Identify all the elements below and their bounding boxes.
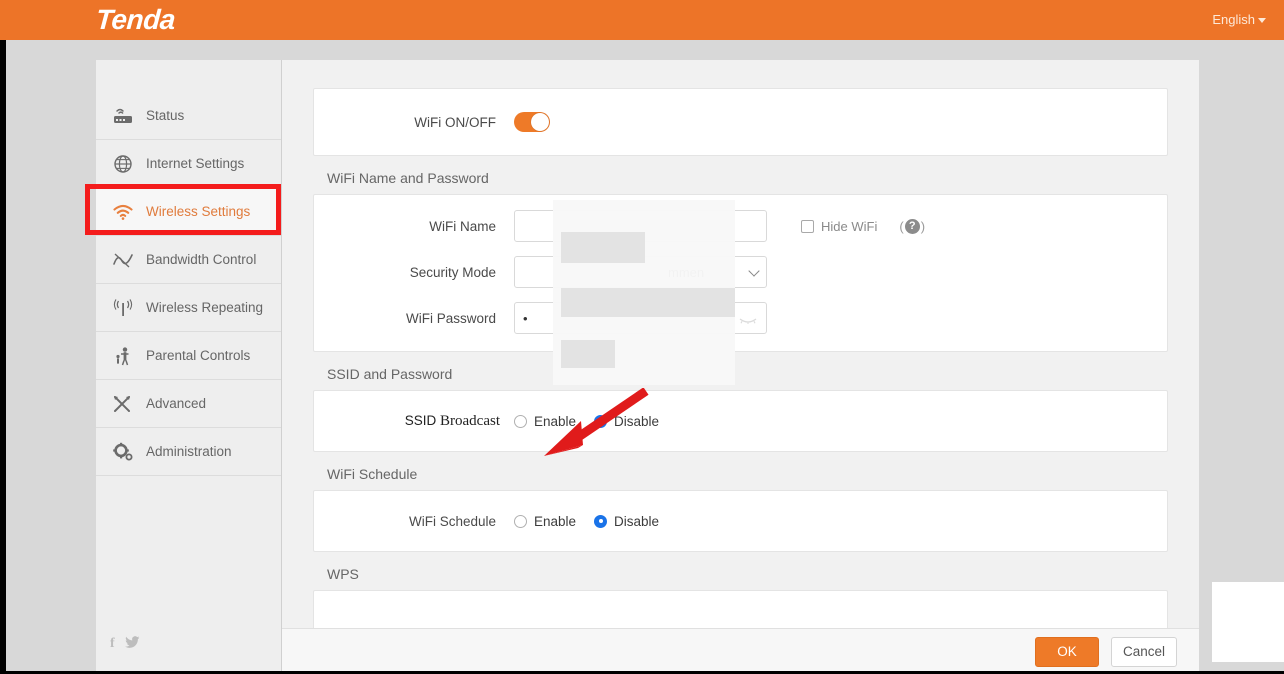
sidebar-item-advanced[interactable]: Advanced (96, 380, 281, 428)
antenna-icon (110, 296, 136, 320)
tools-icon (110, 392, 136, 416)
wifi-schedule-radio-group: Enable Disable (514, 514, 659, 529)
ssid-broadcast-enable-option[interactable]: Enable (514, 414, 576, 429)
sidebar-nav: Status Internet Settings Wireless Settin… (96, 60, 282, 674)
ssid-broadcast-label: SSID Broadcast (314, 413, 514, 430)
left-gutter (0, 40, 6, 674)
sidebar-item-internet-settings[interactable]: Internet Settings (96, 140, 281, 188)
wifi-schedule-enable-option[interactable]: Enable (514, 514, 576, 529)
twitter-icon[interactable] (124, 636, 140, 652)
sidebar-item-label: Status (146, 108, 185, 123)
wifi-schedule-row-label: WiFi Schedule (408, 513, 496, 529)
wifi-name-row: WiFi Name Hide WiFi (?) (314, 203, 1167, 249)
wifi-name-input[interactable] (514, 210, 767, 242)
wifi-onoff-label: WiFi ON/OFF (414, 114, 496, 130)
wifi-password-row: WiFi Password (314, 295, 1167, 341)
wifi-schedule-disable-radio[interactable] (594, 514, 608, 528)
ssid-broadcast-label-suffix: Broadcast (440, 412, 500, 429)
hide-wifi-label: Hide WiFi (821, 218, 878, 234)
security-mode-value: mmen (668, 264, 705, 280)
sidebar-item-label: Parental Controls (146, 348, 251, 363)
sidebar-item-label: Wireless Settings (146, 204, 251, 219)
sidebar-item-label: Internet Settings (146, 156, 245, 171)
section-title-ssid-and-password: SSID and Password (327, 366, 453, 382)
wifi-password-label: WiFi Password (405, 310, 496, 326)
right-white-artifact (1212, 582, 1284, 662)
sidebar-item-status[interactable]: Status (96, 92, 281, 140)
section-title-wifi-name-password: WiFi Name and Password (327, 170, 489, 186)
browser-screenshot: Tenda English Status Internet Settings W… (0, 0, 1284, 674)
ssid-broadcast-disable-label: Disable (614, 413, 660, 429)
sidebar-item-bandwidth-control[interactable]: Bandwidth Control (96, 236, 281, 284)
action-footer: OK Cancel (282, 628, 1199, 674)
ssid-broadcast-radio-group: Enable Disable (514, 414, 659, 429)
wifi-name-label: WiFi Name (429, 218, 496, 234)
sidebar-item-label: Bandwidth Control (146, 252, 257, 267)
sidebar-item-parental-controls[interactable]: Parental Controls (96, 332, 281, 380)
security-mode-select[interactable]: mmen (514, 256, 767, 288)
sidebar-top-spacer (96, 60, 281, 92)
ssid-broadcast-disable-option[interactable]: Disable (594, 414, 659, 429)
eye-toggle-icon[interactable] (739, 311, 757, 324)
sidebar-item-label: Administration (146, 444, 232, 459)
ssid-broadcast-label-prefix: SSID (404, 412, 441, 428)
router-icon (110, 104, 136, 128)
wifi-password-input[interactable] (514, 302, 767, 334)
chevron-down-icon (1258, 18, 1266, 24)
sidebar-item-wireless-settings[interactable]: Wireless Settings (96, 188, 281, 236)
toggle-knob (531, 113, 549, 131)
sidebar-item-label: Advanced (146, 396, 207, 411)
security-mode-label: Security Mode (409, 264, 496, 280)
sidebar-item-wireless-repeating[interactable]: Wireless Repeating (96, 284, 281, 332)
wifi-icon (110, 200, 136, 224)
chart-line-icon (110, 248, 136, 272)
question-mark-icon: ? (904, 218, 920, 234)
hide-wifi-checkbox[interactable] (801, 219, 814, 233)
facebook-icon[interactable]: f (110, 636, 115, 652)
wifi-schedule-disable-option[interactable]: Disable (594, 514, 659, 529)
settings-scroll-area: WiFi ON/OFF WiFi Name and Password WiFi … (282, 60, 1199, 650)
gear-icon (110, 440, 136, 464)
tenda-logo: Tenda (94, 4, 177, 35)
globe-icon (110, 152, 136, 176)
language-selector[interactable]: English (1212, 12, 1266, 27)
parent-child-icon (110, 344, 136, 368)
app-header: Tenda English (0, 0, 1284, 40)
ssid-broadcast-card: SSID Broadcast Enable Disable (313, 390, 1168, 452)
wifi-name-password-card: WiFi Name Hide WiFi (?) Security Mode mm… (313, 194, 1168, 352)
section-title-wifi-schedule: WiFi Schedule (327, 466, 418, 482)
ok-button[interactable]: OK (1035, 636, 1099, 667)
wifi-onoff-toggle[interactable] (514, 112, 550, 132)
sidebar-item-administration[interactable]: Administration (96, 428, 281, 476)
wifi-schedule-enable-radio[interactable] (514, 514, 527, 528)
main-content-panel: WiFi ON/OFF WiFi Name and Password WiFi … (282, 60, 1199, 674)
security-mode-select-wrap[interactable]: mmen (514, 256, 767, 288)
ssid-broadcast-enable-label: Enable (534, 413, 577, 429)
wifi-schedule-card: WiFi Schedule Enable Disable (313, 490, 1168, 552)
wifi-onoff-card: WiFi ON/OFF (313, 88, 1168, 156)
social-links: f (110, 636, 140, 652)
wifi-schedule-disable-label: Disable (614, 513, 660, 529)
cancel-button[interactable]: Cancel (1111, 636, 1177, 667)
security-mode-row: Security Mode mmen (314, 249, 1167, 295)
sidebar-item-label: Wireless Repeating (146, 300, 264, 315)
hide-wifi-help-icon[interactable]: (?) (899, 218, 925, 234)
ssid-broadcast-enable-radio[interactable] (514, 414, 527, 428)
section-title-wps: WPS (327, 566, 359, 582)
wifi-schedule-enable-label: Enable (534, 513, 577, 529)
language-label: English (1212, 12, 1255, 27)
hide-wifi-checkbox-wrap[interactable]: Hide WiFi (801, 219, 877, 234)
ssid-broadcast-disable-radio[interactable] (594, 414, 608, 428)
wifi-password-wrap (514, 302, 767, 334)
